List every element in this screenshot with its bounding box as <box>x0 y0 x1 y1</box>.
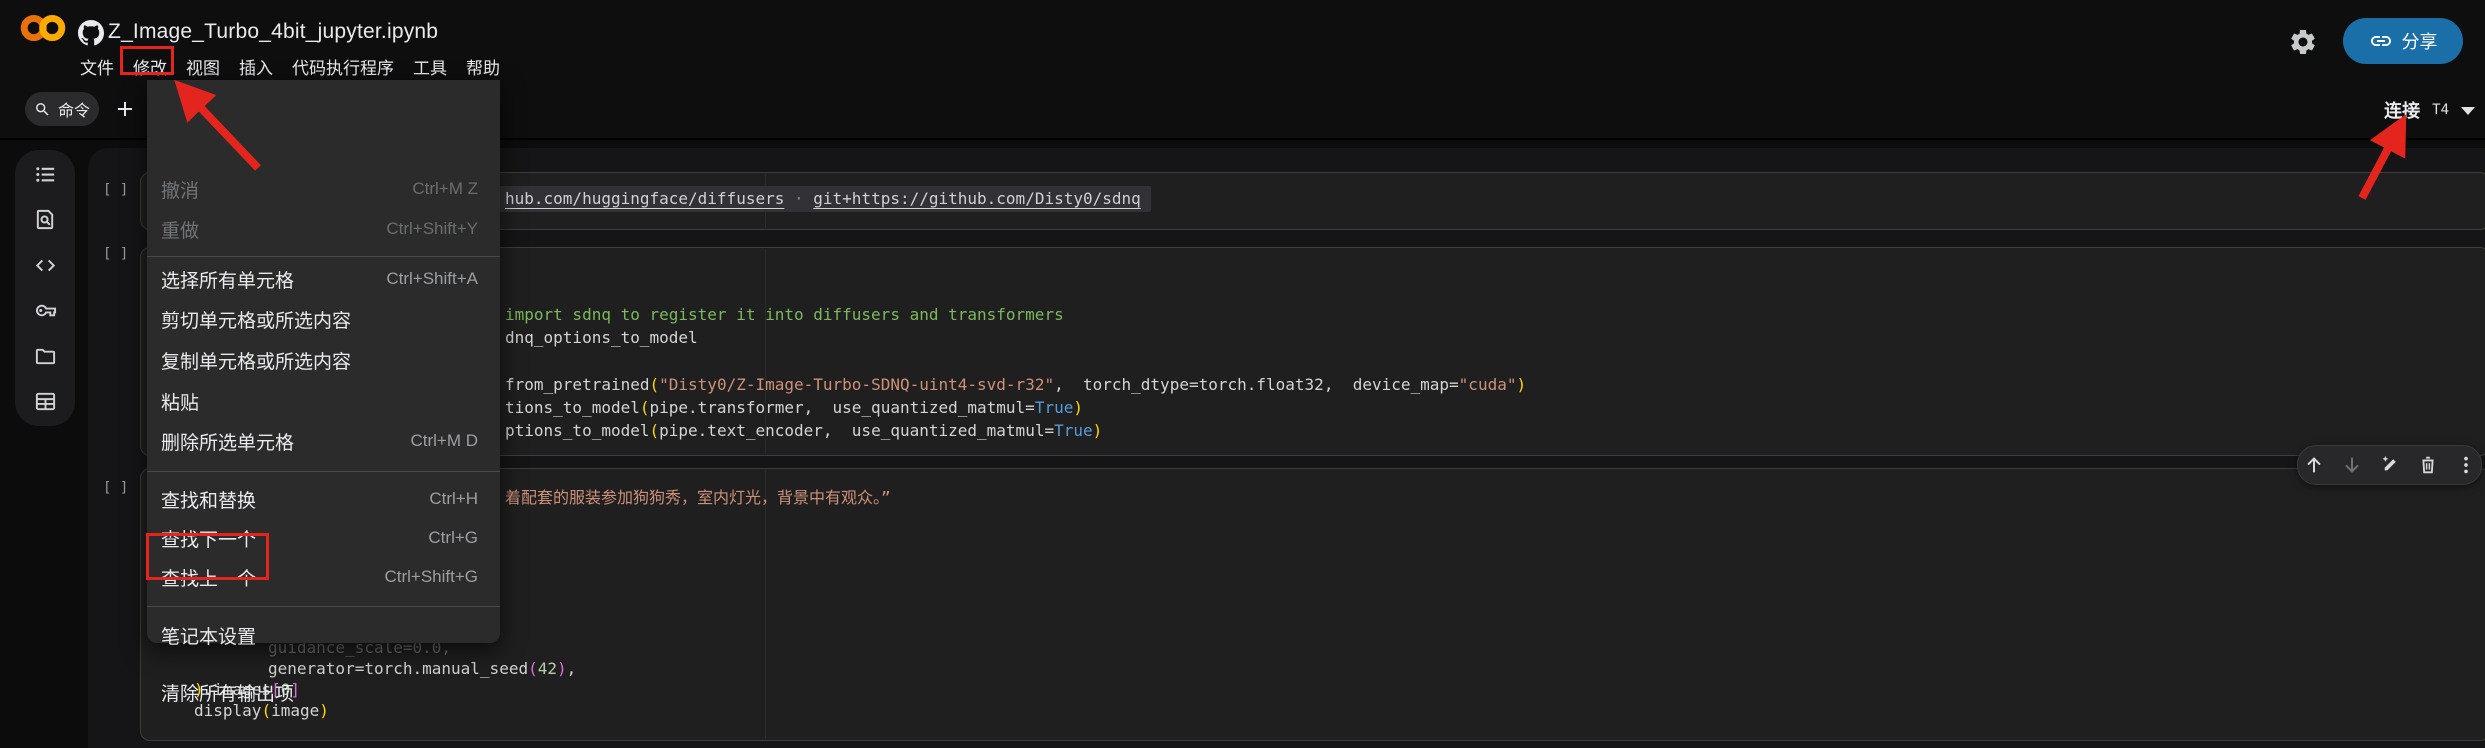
menu-item-shortcut: Ctrl+G <box>428 528 478 548</box>
chevron-down-icon[interactable] <box>2461 107 2475 115</box>
accelerator-badge: T4 <box>2432 102 2449 118</box>
table-icon[interactable] <box>34 390 57 413</box>
menu-item-shortcut: Ctrl+M Z <box>412 179 478 199</box>
menubar-item-0[interactable]: 文件 <box>78 52 116 81</box>
menu-item-label: 剪切单元格或所选内容 <box>161 306 351 333</box>
github-icon <box>78 20 104 46</box>
menu-divider <box>147 471 500 472</box>
menubar-item-5[interactable]: 工具 <box>411 52 449 81</box>
menu-item-label: 重做 <box>161 216 199 243</box>
menu-item-shortcut: Ctrl+M D <box>410 431 478 451</box>
menu-item-3[interactable]: 选择所有单元格 Ctrl+Shift+A <box>147 265 500 293</box>
folder-icon[interactable] <box>34 345 57 368</box>
edit-ai-icon[interactable] <box>2379 454 2401 476</box>
menubar-item-3[interactable]: 插入 <box>237 52 275 81</box>
sidebar-rail <box>15 150 75 426</box>
menu-item-label: 查找和替换 <box>161 486 256 513</box>
search-icon <box>34 101 51 118</box>
delete-icon[interactable] <box>2417 454 2439 476</box>
menu-item-shortcut: Ctrl+Shift+Y <box>386 219 478 239</box>
more-vert-icon[interactable] <box>2455 454 2477 476</box>
link-icon <box>2369 29 2393 53</box>
menu-item-9[interactable]: 查找和替换 Ctrl+H <box>147 485 500 513</box>
menu-item-1: 重做 Ctrl+Shift+Y <box>147 215 500 243</box>
menu-divider <box>147 256 500 257</box>
menu-item-10[interactable]: 查找下一个 Ctrl+G <box>147 524 500 552</box>
menu-item-11[interactable]: 查找上一个 Ctrl+Shift+G <box>147 563 500 591</box>
gear-icon[interactable] <box>2288 27 2318 57</box>
share-button[interactable]: 分享 <box>2343 18 2463 64</box>
menubar-item-1[interactable]: 修改 <box>131 52 169 81</box>
cell-toolbar <box>2297 445 2482 485</box>
menu-item-13[interactable]: 笔记本设置 <box>147 621 500 649</box>
menu-item-shortcut: Ctrl+Shift+G <box>384 567 478 587</box>
menubar-item-2[interactable]: 视图 <box>184 52 222 81</box>
menu-item-label: 删除所选单元格 <box>161 428 294 455</box>
notebook-title[interactable]: Z_Image_Turbo_4bit_jupyter.ipynb <box>108 20 438 44</box>
menubar-item-4[interactable]: 代码执行程序 <box>290 52 396 81</box>
menu-item-label: 查找上一个 <box>161 564 256 591</box>
menu-item-shortcut: Ctrl+Shift+A <box>386 269 478 289</box>
command-palette-button[interactable]: 命令 <box>25 92 99 126</box>
menu-item-label: 粘贴 <box>161 388 199 415</box>
share-label: 分享 <box>2402 28 2438 54</box>
find-in-page-icon[interactable] <box>34 208 57 231</box>
toc-icon[interactable] <box>34 163 57 186</box>
menu-item-7[interactable]: 删除所选单元格 Ctrl+M D <box>147 427 500 455</box>
command-label: 命令 <box>58 97 90 121</box>
menu-item-label: 清除所有输出项 <box>161 679 294 706</box>
connect-button[interactable]: 连接 T4 <box>2384 97 2475 123</box>
move-down-icon[interactable] <box>2341 454 2363 476</box>
menu-item-4[interactable]: 剪切单元格或所选内容 <box>147 305 500 333</box>
menu-item-label: 撤消 <box>161 176 199 203</box>
key-icon[interactable] <box>34 299 57 322</box>
menu-item-shortcut: Ctrl+H <box>429 489 478 509</box>
menubar: 文件修改视图插入代码执行程序工具帮助 <box>78 52 502 81</box>
colab-logo <box>20 12 66 44</box>
menu-item-5[interactable]: 复制单元格或所选内容 <box>147 346 500 374</box>
menu-item-label: 笔记本设置 <box>161 622 256 649</box>
menu-item-6[interactable]: 粘贴 <box>147 387 500 415</box>
menu-divider <box>147 606 500 607</box>
connect-label: 连接 <box>2384 97 2420 123</box>
add-cell-button[interactable] <box>109 92 141 126</box>
edit-menu-dropdown: 撤消 Ctrl+M Z 重做 Ctrl+Shift+Y 选择所有单元格 Ctrl+Shif… <box>147 80 500 643</box>
menu-item-label: 选择所有单元格 <box>161 266 294 293</box>
menubar-item-6[interactable]: 帮助 <box>464 52 502 81</box>
menu-item-label: 查找下一个 <box>161 525 256 552</box>
plus-icon <box>113 97 137 121</box>
code-icon[interactable] <box>34 254 57 277</box>
menu-item-0: 撤消 Ctrl+M Z <box>147 175 500 203</box>
menu-item-label: 复制单元格或所选内容 <box>161 347 351 374</box>
move-up-icon[interactable] <box>2303 454 2325 476</box>
menu-item-14[interactable]: 清除所有输出项 <box>147 678 500 706</box>
